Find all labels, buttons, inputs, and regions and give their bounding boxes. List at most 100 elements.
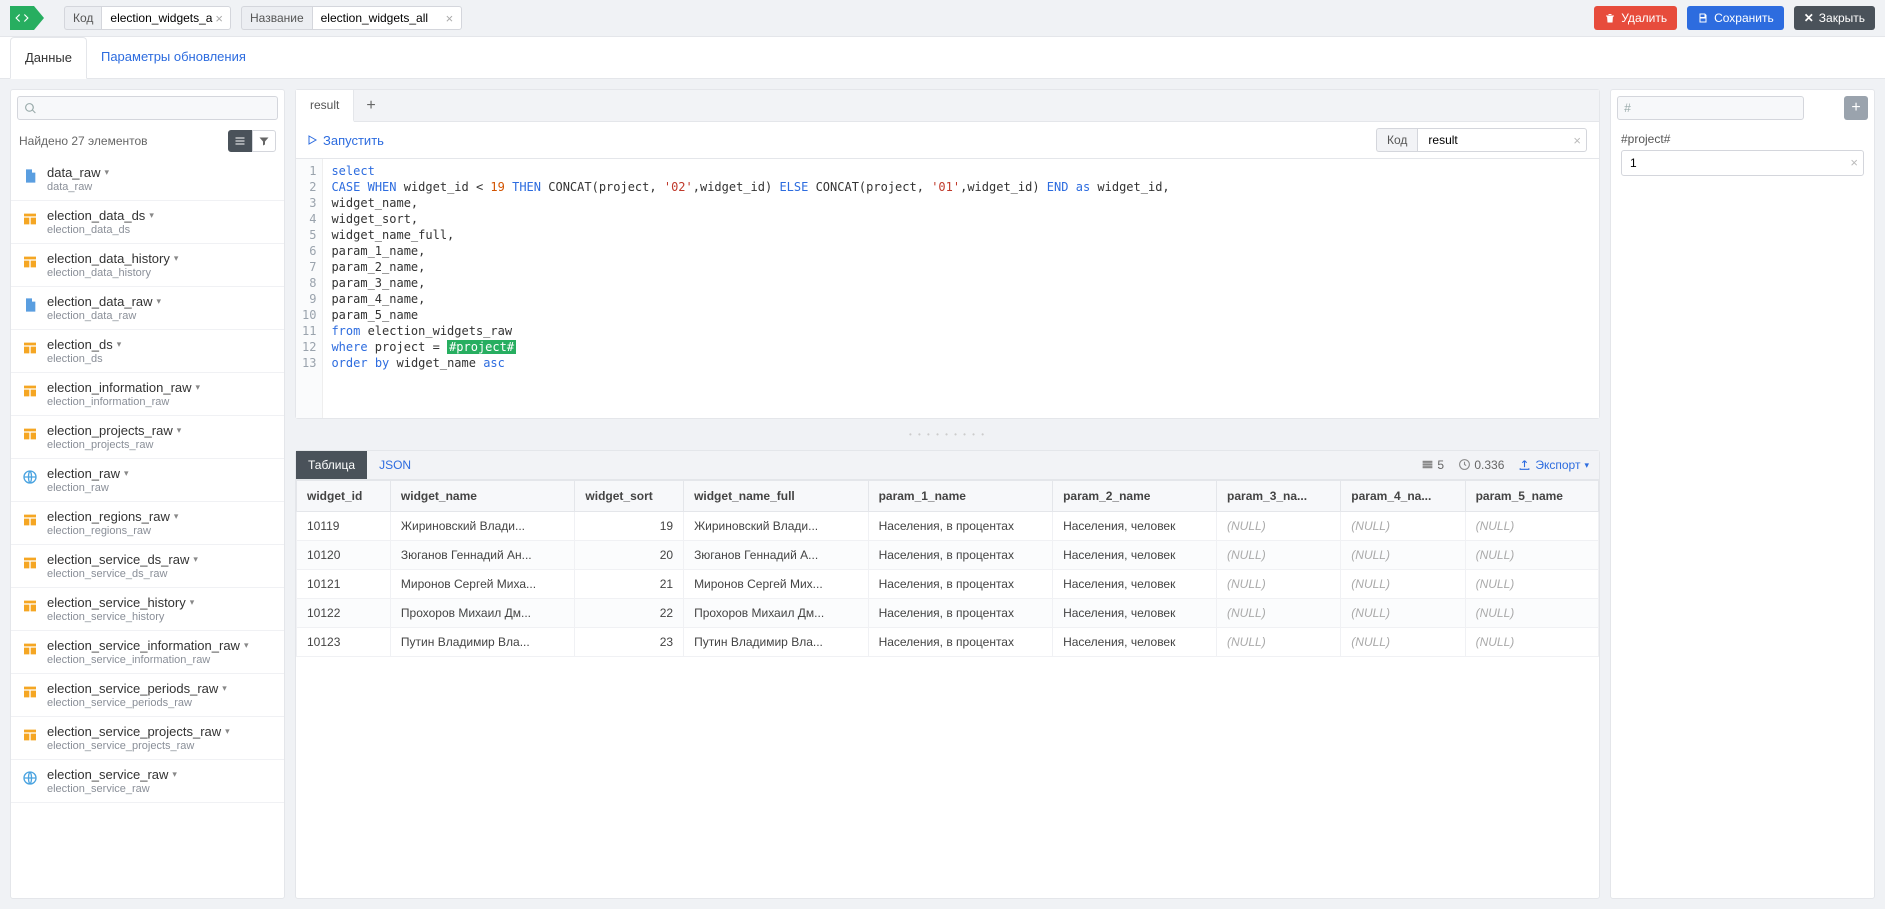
param-project-input[interactable] (1621, 150, 1864, 176)
sidebar-item[interactable]: election_raw ▾election_raw (11, 459, 284, 502)
table-cell: Населения, человек (1053, 570, 1217, 599)
sidebar-item[interactable]: election_service_projects_raw ▾election_… (11, 717, 284, 760)
save-button[interactable]: Сохранить (1687, 6, 1784, 30)
sidebar-item-sub: election_ds (47, 353, 274, 365)
list-view-button[interactable] (228, 130, 252, 152)
sidebar-item[interactable]: election_data_ds ▾election_data_ds (11, 201, 284, 244)
name-clear-icon[interactable]: × (438, 11, 462, 26)
sidebar-tree[interactable]: data_raw ▾data_rawelection_data_ds ▾elec… (11, 158, 284, 898)
table-cell: (NULL) (1465, 628, 1598, 657)
table-icon (21, 382, 39, 400)
sidebar-item-title: election_projects_raw ▾ (47, 423, 274, 438)
sidebar-item[interactable]: election_service_ds_raw ▾election_servic… (11, 545, 284, 588)
splitter[interactable]: • • • • • • • • • (295, 429, 1600, 440)
chevron-down-icon: ▾ (1584, 460, 1589, 471)
table-cell: 22 (575, 599, 684, 628)
table-cell: 10121 (297, 570, 391, 599)
kod-clear-icon[interactable]: × (1565, 133, 1589, 148)
table-cell: (NULL) (1465, 599, 1598, 628)
table-row[interactable]: 10121Миронов Сергей Миха...21Миронов Сер… (297, 570, 1599, 599)
sidebar-item-title: election_data_ds ▾ (47, 208, 274, 223)
tab-update-params[interactable]: Параметры обновления (87, 37, 260, 78)
run-button[interactable]: Запустить (306, 133, 384, 148)
table-icon (21, 640, 39, 658)
sidebar-item[interactable]: election_service_periods_raw ▾election_s… (11, 674, 284, 717)
sidebar-item-sub: election_service_raw (47, 783, 274, 795)
sidebar-item[interactable]: election_projects_raw ▾election_projects… (11, 416, 284, 459)
sql-editor[interactable]: 12345678910111213 selectCASE WHEN widget… (296, 159, 1599, 418)
sidebar-item-sub: election_service_history (47, 611, 274, 623)
table-cell: Населения, человек (1053, 541, 1217, 570)
table-cell: (NULL) (1341, 570, 1465, 599)
sidebar-item-title: data_raw ▾ (47, 165, 274, 180)
code-clear-icon[interactable]: × (207, 11, 231, 26)
result-tab-table[interactable]: Таблица (296, 451, 367, 479)
globe-icon (21, 468, 39, 486)
table-icon (21, 210, 39, 228)
table-cell: (NULL) (1217, 570, 1341, 599)
code-field-group: Код × (64, 6, 231, 30)
delete-button[interactable]: Удалить (1594, 6, 1677, 30)
table-row[interactable]: 10120Зюганов Геннадий Ан...20Зюганов Ген… (297, 541, 1599, 570)
table-cell: 21 (575, 570, 684, 599)
table-cell: (NULL) (1217, 541, 1341, 570)
sidebar-item-title: election_service_projects_raw ▾ (47, 724, 274, 739)
found-count: Найдено 27 элементов (19, 134, 148, 148)
play-icon (306, 134, 318, 146)
name-label: Название (241, 6, 312, 30)
column-header[interactable]: widget_id (297, 481, 391, 512)
sidebar-item[interactable]: election_service_information_raw ▾electi… (11, 631, 284, 674)
export-button[interactable]: Экспорт ▾ (1518, 458, 1589, 472)
doc-icon (21, 167, 39, 185)
list-icon (234, 135, 246, 147)
table-cell: Путин Владимир Вла... (684, 628, 869, 657)
sidebar-item[interactable]: election_ds ▾election_ds (11, 330, 284, 373)
sidebar-item-sub: election_information_raw (47, 396, 274, 408)
column-header[interactable]: param_5_name (1465, 481, 1598, 512)
sidebar-item[interactable]: election_data_raw ▾election_data_raw (11, 287, 284, 330)
kod-input[interactable] (1417, 128, 1587, 152)
chevron-down-icon: ▾ (196, 382, 201, 393)
sidebar-item[interactable]: election_service_raw ▾election_service_r… (11, 760, 284, 803)
sidebar-item[interactable]: election_regions_raw ▾election_regions_r… (11, 502, 284, 545)
tab-data[interactable]: Данные (10, 37, 87, 79)
sidebar-item-title: election_information_raw ▾ (47, 380, 274, 395)
column-header[interactable]: param_1_name (868, 481, 1053, 512)
result-tab-json[interactable]: JSON (367, 451, 423, 479)
sidebar-item-title: election_regions_raw ▾ (47, 509, 274, 524)
sidebar-item-title: election_raw ▾ (47, 466, 274, 481)
column-header[interactable]: param_2_name (1053, 481, 1217, 512)
sidebar-search-input[interactable] (17, 96, 278, 120)
table-cell: (NULL) (1341, 628, 1465, 657)
column-header[interactable]: widget_name (390, 481, 575, 512)
add-param-button[interactable]: + (1844, 96, 1868, 120)
column-header[interactable]: param_3_na... (1217, 481, 1341, 512)
table-cell: Миронов Сергей Миха... (390, 570, 575, 599)
table-cell: 19 (575, 512, 684, 541)
table-row[interactable]: 10119Жириновский Влади...19Жириновский В… (297, 512, 1599, 541)
sidebar-item[interactable]: election_information_raw ▾election_infor… (11, 373, 284, 416)
sidebar-item[interactable]: election_data_history ▾election_data_his… (11, 244, 284, 287)
chevron-down-icon: ▾ (225, 726, 230, 737)
param-search-input[interactable] (1617, 96, 1804, 120)
code-tab-result[interactable]: result (296, 90, 354, 122)
result-grid[interactable]: widget_idwidget_namewidget_sortwidget_na… (296, 480, 1599, 898)
rows-icon (1421, 458, 1434, 471)
column-header[interactable]: param_4_na... (1341, 481, 1465, 512)
table-icon (21, 597, 39, 615)
filter-button[interactable] (252, 130, 276, 152)
param-clear-icon[interactable]: × (1850, 155, 1858, 170)
params-panel: # + #project# × (1610, 89, 1875, 899)
close-button[interactable]: ✕ Закрыть (1794, 6, 1875, 30)
column-header[interactable]: widget_sort (575, 481, 684, 512)
column-header[interactable]: widget_name_full (684, 481, 869, 512)
add-code-tab-button[interactable]: + (354, 91, 387, 121)
table-row[interactable]: 10123Путин Владимир Вла...23Путин Владим… (297, 628, 1599, 657)
sidebar-item-sub: election_service_ds_raw (47, 568, 274, 580)
sidebar-item[interactable]: election_service_history ▾election_servi… (11, 588, 284, 631)
table-cell: 10120 (297, 541, 391, 570)
table-row[interactable]: 10122Прохоров Михаил Дм...22Прохоров Мих… (297, 599, 1599, 628)
table-cell: Жириновский Влади... (390, 512, 575, 541)
table-cell: (NULL) (1217, 599, 1341, 628)
sidebar-item[interactable]: data_raw ▾data_raw (11, 158, 284, 201)
